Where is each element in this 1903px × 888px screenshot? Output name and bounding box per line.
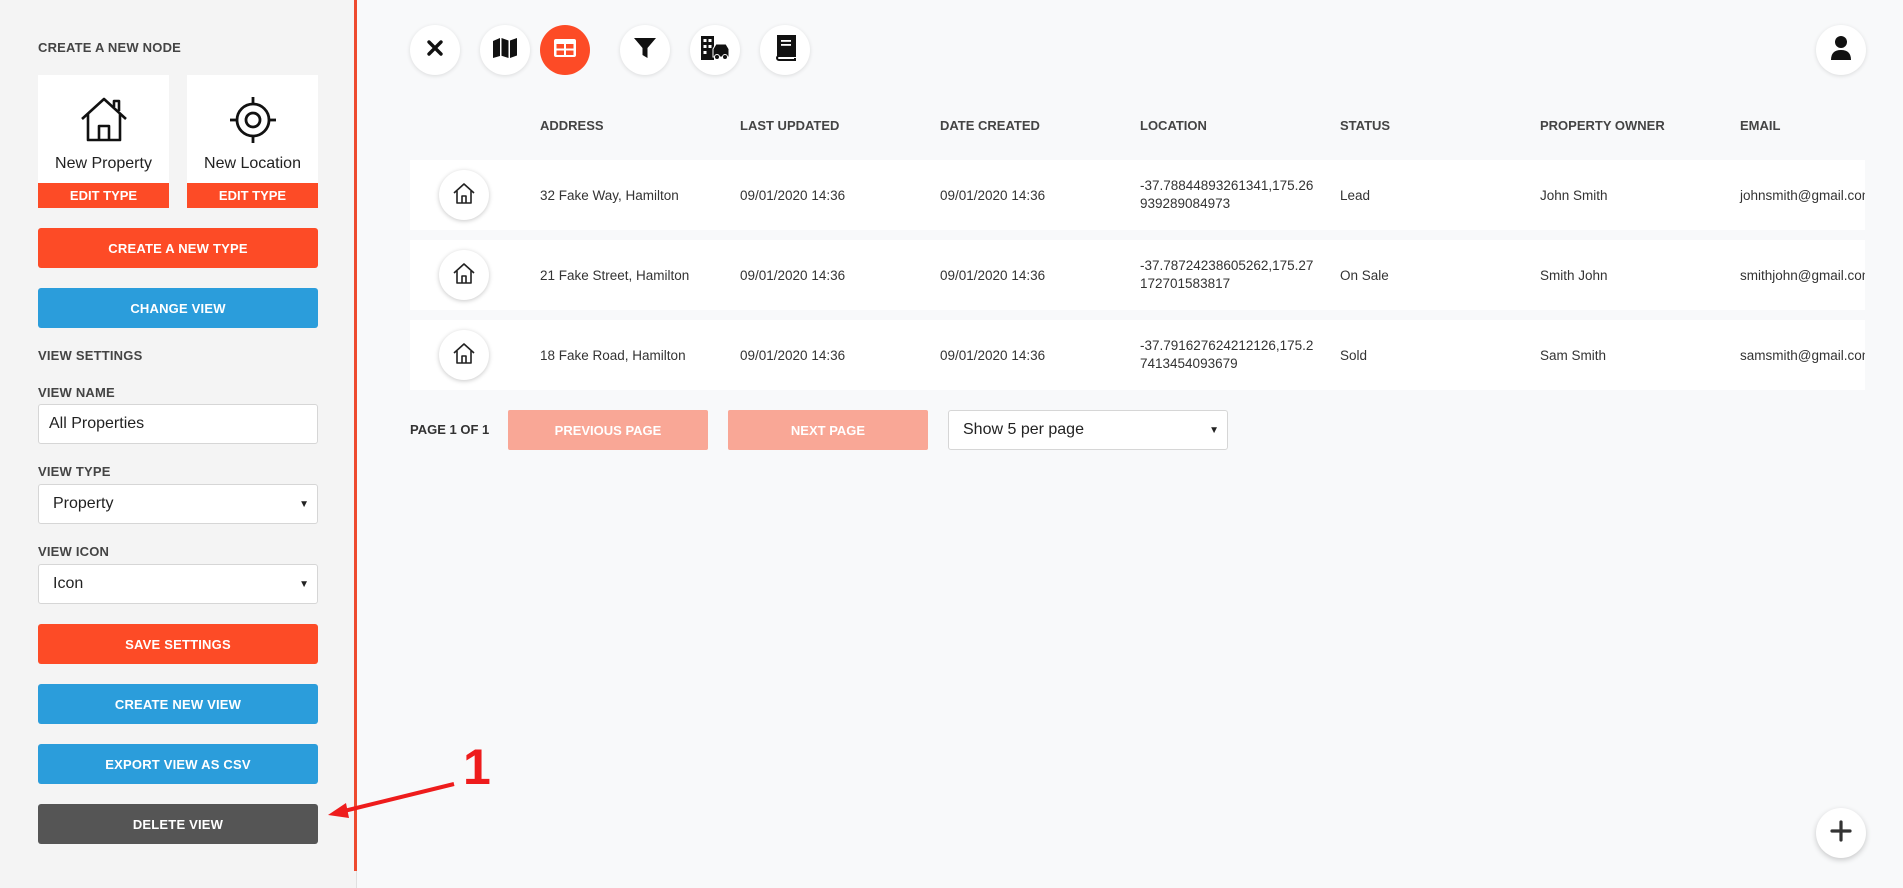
cell-date-created: 09/01/2020 14:36 bbox=[940, 187, 1046, 203]
delete-view-button[interactable]: DELETE VIEW bbox=[38, 804, 318, 844]
column-header-date-created: DATE CREATED bbox=[940, 118, 1040, 133]
view-type-value: Property bbox=[53, 495, 114, 512]
user-icon bbox=[1830, 35, 1852, 66]
cell-location: -37.78844893261341,175.26939289084973 bbox=[1140, 178, 1314, 211]
table-row[interactable]: 18 Fake Road, Hamilton 09/01/2020 14:36 … bbox=[410, 320, 1865, 390]
view-icon-label: VIEW ICON bbox=[38, 544, 110, 559]
cell-last-updated: 09/01/2020 14:36 bbox=[740, 187, 846, 203]
house-icon bbox=[452, 262, 476, 289]
filter-icon bbox=[633, 36, 657, 65]
column-header-status: STATUS bbox=[1340, 118, 1391, 133]
table-row[interactable]: 32 Fake Way, Hamilton 09/01/2020 14:36 0… bbox=[410, 160, 1865, 230]
column-header-address: ADDRESS bbox=[540, 118, 604, 133]
column-header-last-updated: LAST UPDATED bbox=[740, 118, 840, 133]
view-name-input[interactable]: All Properties bbox=[38, 404, 318, 444]
node-type-label: New Location bbox=[204, 155, 301, 172]
cell-email: samsmith@gmail.com bbox=[1740, 347, 1865, 363]
view-icon-select[interactable]: Icon ▼ bbox=[38, 564, 318, 604]
node-type-property[interactable]: New Property EDIT TYPE bbox=[38, 75, 169, 208]
view-type-label: VIEW TYPE bbox=[38, 464, 111, 479]
create-new-type-button[interactable]: CREATE A NEW TYPE bbox=[38, 228, 318, 268]
profile-button[interactable] bbox=[1816, 25, 1866, 75]
node-type-location[interactable]: New Location EDIT TYPE bbox=[187, 75, 318, 208]
table-icon bbox=[553, 38, 577, 63]
annotation-arrow bbox=[328, 782, 455, 818]
cell-location: -37.791627624212126,175.27413454093679 bbox=[1140, 338, 1314, 371]
column-header-email: EMAIL bbox=[1740, 118, 1781, 133]
create-node-heading: CREATE A NEW NODE bbox=[38, 40, 182, 55]
map-view-button[interactable] bbox=[480, 25, 530, 75]
row-house-button[interactable] bbox=[439, 170, 489, 220]
column-header-location: LOCATION bbox=[1140, 118, 1207, 133]
cell-date-created: 09/01/2020 14:36 bbox=[940, 347, 1046, 363]
book-button[interactable] bbox=[760, 25, 810, 75]
view-icon-value: Icon bbox=[53, 575, 84, 592]
table-view-button[interactable] bbox=[540, 25, 590, 75]
save-settings-button[interactable]: SAVE SETTINGS bbox=[38, 624, 318, 664]
map-icon bbox=[492, 37, 518, 64]
house-icon bbox=[452, 182, 476, 209]
book-icon bbox=[774, 34, 796, 66]
filter-button[interactable] bbox=[620, 25, 670, 75]
buildings-button[interactable] bbox=[690, 25, 740, 75]
sidebar-divider bbox=[354, 0, 357, 871]
chevron-down-icon: ▼ bbox=[299, 578, 309, 590]
next-page-button[interactable]: NEXT PAGE bbox=[728, 410, 928, 450]
node-type-label: New Property bbox=[55, 155, 152, 172]
create-new-view-button[interactable]: CREATE NEW VIEW bbox=[38, 684, 318, 724]
close-button[interactable] bbox=[410, 25, 460, 75]
crosshair-icon bbox=[187, 95, 318, 151]
annotation-number: 1 bbox=[463, 739, 491, 795]
cell-owner: Smith John bbox=[1540, 267, 1608, 283]
chevron-down-icon: ▼ bbox=[1209, 424, 1219, 436]
cell-last-updated: 09/01/2020 14:36 bbox=[740, 347, 846, 363]
change-view-button[interactable]: CHANGE VIEW bbox=[38, 288, 318, 328]
cell-address: 32 Fake Way, Hamilton bbox=[540, 187, 679, 203]
edit-type-button[interactable]: EDIT TYPE bbox=[38, 183, 169, 208]
cell-address: 21 Fake Street, Hamilton bbox=[540, 267, 690, 283]
cell-last-updated: 09/01/2020 14:36 bbox=[740, 267, 846, 283]
page-indicator: PAGE 1 OF 1 bbox=[410, 422, 490, 437]
add-button[interactable] bbox=[1816, 808, 1866, 858]
chevron-down-icon: ▼ bbox=[299, 498, 309, 510]
house-icon bbox=[452, 342, 476, 369]
cell-address: 18 Fake Road, Hamilton bbox=[540, 347, 686, 363]
per-page-value: Show 5 per page bbox=[963, 421, 1084, 438]
per-page-select[interactable]: Show 5 per page ▼ bbox=[948, 410, 1228, 450]
edit-type-button[interactable]: EDIT TYPE bbox=[187, 183, 318, 208]
view-type-select[interactable]: Property ▼ bbox=[38, 484, 318, 524]
view-name-value: All Properties bbox=[49, 415, 145, 432]
cell-owner: John Smith bbox=[1540, 187, 1608, 203]
cell-location: -37.78724238605262,175.27172701583817 bbox=[1140, 258, 1314, 291]
close-icon bbox=[426, 39, 444, 62]
view-name-label: VIEW NAME bbox=[38, 385, 115, 400]
row-house-button[interactable] bbox=[439, 250, 489, 300]
previous-page-button[interactable]: PREVIOUS PAGE bbox=[508, 410, 708, 450]
buildings-car-icon bbox=[700, 35, 730, 66]
cell-email: johnsmith@gmail.com bbox=[1740, 187, 1865, 203]
cell-status: Lead bbox=[1340, 187, 1371, 203]
cell-email: smithjohn@gmail.com bbox=[1740, 267, 1865, 283]
cell-status: On Sale bbox=[1340, 267, 1389, 283]
plus-icon bbox=[1830, 819, 1852, 847]
cell-status: Sold bbox=[1340, 347, 1368, 363]
sidebar: CREATE A NEW NODE New Property EDIT TYPE bbox=[0, 0, 357, 888]
view-settings-heading: VIEW SETTINGS bbox=[38, 348, 143, 363]
cell-date-created: 09/01/2020 14:36 bbox=[940, 267, 1046, 283]
export-csv-button[interactable]: EXPORT VIEW AS CSV bbox=[38, 744, 318, 784]
row-house-button[interactable] bbox=[439, 330, 489, 380]
table-row[interactable]: 21 Fake Street, Hamilton 09/01/2020 14:3… bbox=[410, 240, 1865, 310]
column-header-property-owner: PROPERTY OWNER bbox=[1540, 118, 1665, 133]
house-icon bbox=[38, 95, 169, 151]
cell-owner: Sam Smith bbox=[1540, 347, 1607, 363]
